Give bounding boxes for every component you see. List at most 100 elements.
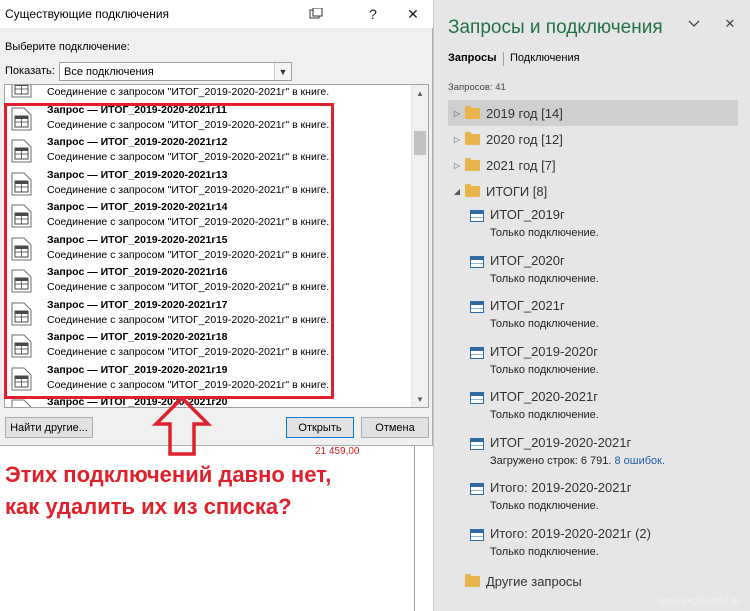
connection-desc: Соединение с запросом "ИТОГ_2019-2020-20… xyxy=(47,151,330,163)
connection-table-icon xyxy=(11,302,32,326)
list-scrollbar[interactable]: ▲ ▼ xyxy=(411,85,428,407)
connection-table-icon xyxy=(11,172,32,196)
query-name: ИТОГ_2021г xyxy=(490,298,565,313)
dialog-titlebar: Существующие подключения ? ✕ xyxy=(0,0,433,28)
connection-table-icon xyxy=(11,269,32,293)
query-status: Только подключение. xyxy=(490,227,599,239)
open-button[interactable]: Открыть xyxy=(286,417,354,438)
connection-row[interactable]: Запрос — ИТОГ_2019-2020-2021г19 Соединени… xyxy=(5,363,412,396)
find-more-button[interactable]: Найти другие... xyxy=(5,417,93,438)
connection-desc: Соединение с запросом "ИТОГ_2019-2020-20… xyxy=(47,86,330,98)
connection-desc: Соединение с запросом "ИТОГ_2019-2020-20… xyxy=(47,346,330,358)
query-name: ИТОГ_2020г xyxy=(490,252,565,268)
table-icon xyxy=(470,255,484,268)
folder-2019[interactable]: ▷ 2019 год [14] xyxy=(448,100,738,126)
up-arrow-annotation xyxy=(151,395,213,456)
query-status-text: Только подключение. xyxy=(490,500,599,512)
query-status: Загружено строк: 6 791. 8 ошибок. xyxy=(490,455,665,467)
tab-separator xyxy=(503,52,504,66)
connection-name: Запрос — ИТОГ_2019-2020-2021г19 xyxy=(47,363,228,376)
query-name: Итого: 2019-2020-2021г xyxy=(490,480,632,495)
folder-icon xyxy=(465,183,480,197)
choose-connection-label: Выберите подключение: xyxy=(5,41,130,53)
help-button[interactable]: ? xyxy=(359,2,387,26)
connection-desc: Соединение с запросом "ИТОГ_2019-2020-20… xyxy=(47,118,330,131)
connection-row[interactable]: Запрос — ИТОГ_2019-2020-2021г11 Соединени… xyxy=(5,103,412,136)
connection-row[interactable]: Запрос — ИТОГ_2019-2020-2021г13 Соединени… xyxy=(5,168,412,201)
folder-2020[interactable]: ▷ 2020 год [12] xyxy=(448,126,738,152)
connection-desc: Соединение с запросом "ИТОГ_2019-2020-20… xyxy=(47,216,330,228)
connection-row[interactable]: Запрос — ИТОГ_2019-2020-2021г18 Соединени… xyxy=(5,330,412,363)
connection-row[interactable]: Запрос — ИТОГ_2019-2020-2021г14 Соединени… xyxy=(5,200,412,233)
connection-table-icon xyxy=(11,139,32,163)
folder-label: 2019 год [14] xyxy=(486,105,563,121)
scroll-down-icon[interactable]: ▼ xyxy=(412,391,428,407)
query-status: Только подключение. xyxy=(490,546,599,558)
folder-itogi[interactable]: ◢ ИТОГИ [8] xyxy=(448,178,738,204)
folder-2021[interactable]: ▷ 2021 год [7] xyxy=(448,152,738,178)
watermark: www.excelworld.ru xyxy=(657,596,740,607)
table-icon xyxy=(470,528,484,541)
query-name: ИТОГ_2019-2020-2021г xyxy=(490,434,632,450)
query-status-text: Только подключение. xyxy=(490,227,599,239)
scroll-thumb[interactable] xyxy=(414,131,426,155)
grid-line xyxy=(414,446,415,611)
query-item[interactable]: ИТОГ_2019г Только подключение. xyxy=(448,204,738,250)
connection-row[interactable]: Запрос — ИТОГ_2019-2020-2021г12 Соединени… xyxy=(5,135,412,168)
query-status-text: Только подключение. xyxy=(490,272,599,285)
close-button[interactable]: ✕ xyxy=(399,2,427,26)
query-item[interactable]: ИТОГ_2019-2020г Только подключение. xyxy=(448,341,738,387)
folder-label: 2021 год [7] xyxy=(486,157,556,173)
pane-options-icon[interactable] xyxy=(684,14,704,34)
tab-queries[interactable]: Запросы xyxy=(448,52,496,64)
collapse-caret-icon[interactable]: ◢ xyxy=(451,187,463,196)
query-list: ИТОГ_2019г Только подключение. ИТОГ_2020г… xyxy=(448,204,738,568)
connection-desc: Соединение с запросом "ИТОГ_2019-2020-20… xyxy=(47,248,330,261)
chevron-down-icon[interactable]: ▼ xyxy=(274,63,291,80)
show-filter-value: Все подключения xyxy=(64,66,154,78)
connection-table-icon xyxy=(11,367,32,391)
query-status-text: Только подключение. xyxy=(490,363,599,376)
scroll-up-icon[interactable]: ▲ xyxy=(412,85,428,101)
queries-connections-pane: Запросы и подключения ✕ Запросы Подключе… xyxy=(433,0,750,611)
connection-table-icon xyxy=(11,334,32,358)
query-item[interactable]: ИТОГ_2020-2021г Только подключение. xyxy=(448,386,738,432)
query-status: Только подключение. xyxy=(490,364,599,376)
window-restore-icon[interactable] xyxy=(302,2,330,26)
folder-other-queries[interactable]: Другие запросы xyxy=(448,568,738,594)
query-errors-link[interactable]: 8 ошибок. xyxy=(614,455,665,467)
query-item[interactable]: Итого: 2019-2020-2021г (2) Только подключ… xyxy=(448,523,738,569)
query-tree: ▷ 2019 год [14] ▷ 2020 год [12] ▷ 2021 г… xyxy=(448,100,738,568)
annotation-line-1: Этих подключений давно нет, xyxy=(5,462,332,487)
connection-table-icon xyxy=(11,107,32,131)
connection-row[interactable]: Запрос — ИТОГ_2019-2020-2021г15 Соединени… xyxy=(5,233,412,266)
connection-row[interactable]: Соединение с запросом "ИТОГ_2019-2020-20… xyxy=(5,85,412,103)
connection-row[interactable]: Запрос — ИТОГ_2019-2020-2021г16 Соединени… xyxy=(5,265,412,298)
show-label: Показать: xyxy=(5,65,55,77)
expand-caret-icon[interactable]: ▷ xyxy=(451,109,463,118)
query-item[interactable]: ИТОГ_2021г Только подключение. xyxy=(448,295,738,341)
connection-name: Запрос — ИТОГ_2019-2020-2021г11 xyxy=(47,103,227,116)
connection-name: Запрос — ИТОГ_2019-2020-2021г12 xyxy=(47,136,228,148)
connections-list[interactable]: Соединение с запросом "ИТОГ_2019-2020-20… xyxy=(4,84,429,408)
pane-title: Запросы и подключения xyxy=(448,17,663,38)
connection-row[interactable]: Запрос — ИТОГ_2019-2020-2021г17 Соединени… xyxy=(5,298,412,331)
query-item[interactable]: ИТОГ_2020г Только подключение. xyxy=(448,250,738,296)
expand-caret-icon[interactable]: ▷ xyxy=(451,135,463,144)
query-status: Только подключение. xyxy=(490,318,599,330)
folder-icon xyxy=(465,131,480,145)
connection-name: Запрос — ИТОГ_2019-2020-2021г16 xyxy=(47,266,228,278)
tab-connections[interactable]: Подключения xyxy=(510,52,580,64)
show-filter-select[interactable]: Все подключения ▼ xyxy=(59,62,292,81)
folder-label: Другие запросы xyxy=(486,573,582,589)
connection-name: Запрос — ИТОГ_2019-2020-2021г14 xyxy=(47,201,228,213)
expand-caret-icon[interactable]: ▷ xyxy=(451,161,463,170)
pane-close-icon[interactable]: ✕ xyxy=(720,14,740,34)
query-name: ИТОГ_2020-2021г xyxy=(490,389,598,404)
cancel-button[interactable]: Отмена xyxy=(361,417,429,438)
connection-table-icon xyxy=(11,399,32,407)
table-icon xyxy=(470,437,484,450)
query-status-text: Загружено строк: 6 791. xyxy=(490,454,612,467)
query-item[interactable]: ИТОГ_2019-2020-2021г Загружено строк: 6 7… xyxy=(448,432,738,478)
query-item[interactable]: Итого: 2019-2020-2021г Только подключение… xyxy=(448,477,738,523)
